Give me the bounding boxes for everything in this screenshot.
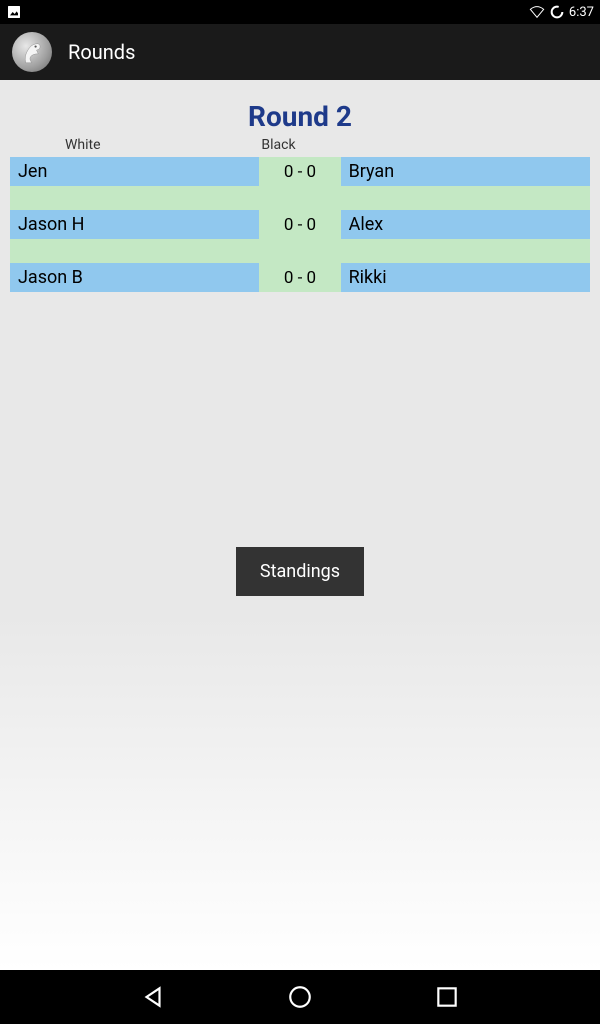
recent-apps-button[interactable] [434,984,460,1010]
status-bar: 6:37 [0,0,600,24]
column-headers: White Black [10,137,590,153]
white-player: Jason B [10,263,259,292]
app-icon [12,32,52,72]
match-score: 0 - 0 [259,157,340,186]
match-row[interactable]: Jason H 0 - 0 Alex [10,210,590,239]
header-black: Black [259,137,340,153]
spacer-row [10,186,590,210]
match-score: 0 - 0 [259,263,340,292]
app-title: Rounds [68,40,135,64]
navigation-bar [0,970,600,1024]
match-score: 0 - 0 [259,210,340,239]
back-button[interactable] [140,984,166,1010]
app-bar: Rounds [0,24,600,80]
standings-button[interactable]: Standings [236,547,364,596]
round-title: Round 2 [248,100,352,133]
match-table: Jen 0 - 0 Bryan Jason H 0 - 0 Alex Jason… [10,157,590,292]
content-area: Round 2 White Black Jen 0 - 0 Bryan Jaso… [0,80,600,970]
image-icon [6,4,22,20]
spacer-row [10,239,590,263]
match-row[interactable]: Jen 0 - 0 Bryan [10,157,590,186]
header-white: White [10,137,259,153]
home-button[interactable] [287,984,313,1010]
black-player: Rikki [341,263,590,292]
match-row[interactable]: Jason B 0 - 0 Rikki [10,263,590,292]
black-player: Bryan [341,157,590,186]
white-player: Jason H [10,210,259,239]
white-player: Jen [10,157,259,186]
loading-icon [549,4,565,20]
wifi-icon [529,4,545,20]
status-time: 6:37 [569,5,594,20]
black-player: Alex [341,210,590,239]
